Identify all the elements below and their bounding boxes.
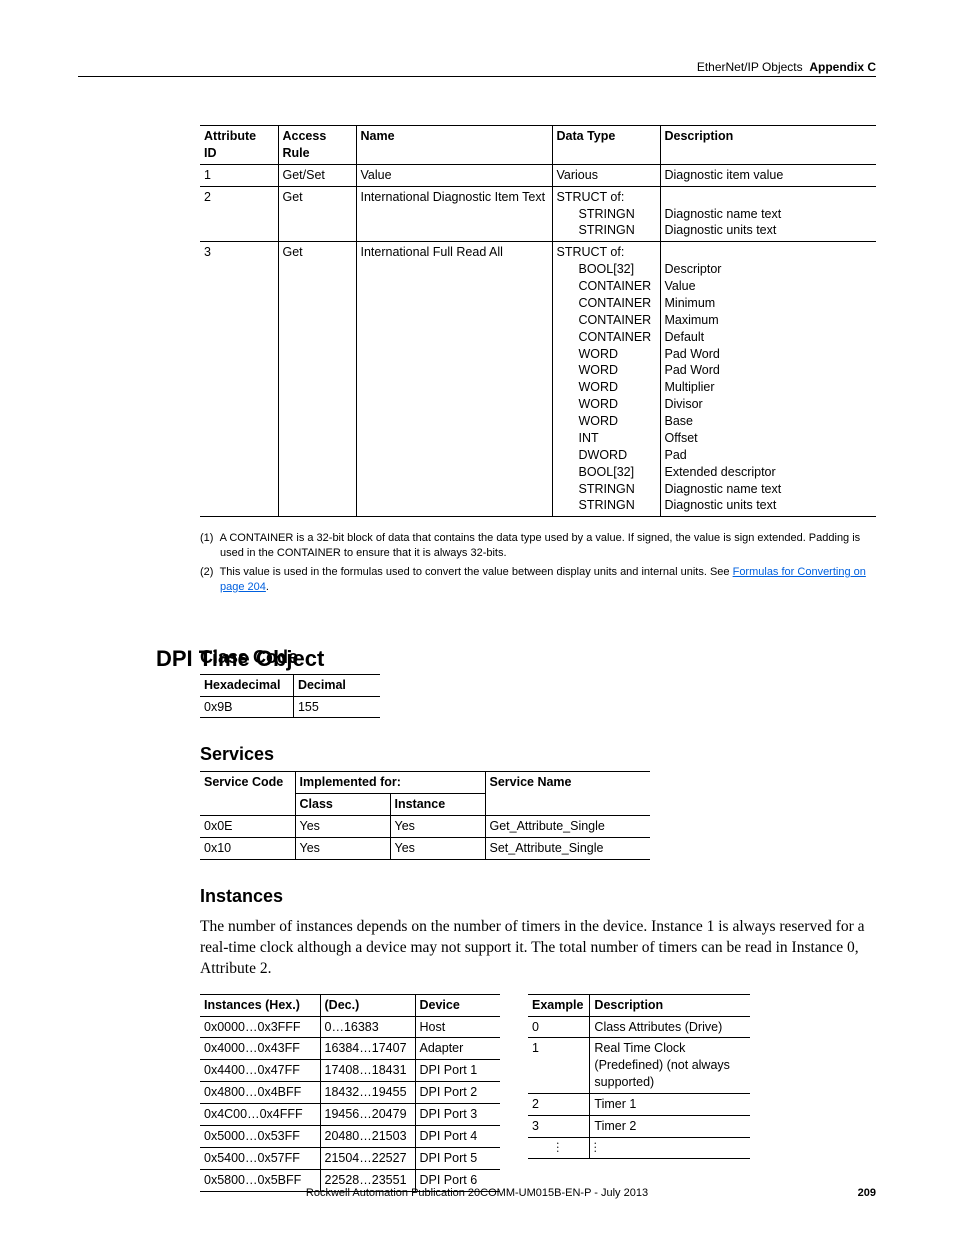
table-cell: 3 bbox=[528, 1115, 590, 1137]
instances-left-table: Instances (Hex.) (Dec.) Device 0x0000…0x… bbox=[200, 994, 500, 1192]
table-cell: 2 bbox=[528, 1094, 590, 1116]
cell-name: International Diagnostic Item Text bbox=[356, 186, 552, 242]
col-desc: Description bbox=[660, 126, 876, 165]
svc-cell: Yes bbox=[390, 816, 485, 838]
table-cell: 19456…20479 bbox=[320, 1104, 415, 1126]
table-cell: ••• bbox=[590, 1137, 750, 1158]
cell-access: Get/Set bbox=[278, 164, 356, 186]
table-cell: 0x4000…0x43FF bbox=[200, 1038, 320, 1060]
svc-cell: 0x10 bbox=[200, 838, 295, 860]
table-cell: 20480…21503 bbox=[320, 1125, 415, 1147]
cell-name: Value bbox=[356, 164, 552, 186]
table-cell: 0x4400…0x47FF bbox=[200, 1060, 320, 1082]
classcode-table: Hexadecimal Decimal 0x9B 155 bbox=[200, 674, 380, 719]
table-cell: 0…16383 bbox=[320, 1016, 415, 1038]
cell-access: Get bbox=[278, 186, 356, 242]
table-cell: 0x4C00…0x4FFF bbox=[200, 1104, 320, 1126]
cell-name: International Full Read All bbox=[356, 242, 552, 517]
table-cell: Real Time Clock (Predefined) (not always… bbox=[590, 1038, 750, 1094]
footnote-2: (2) This value is used in the formulas u… bbox=[200, 565, 876, 595]
cell-dtype: STRUCT of:BOOL[32]CONTAINERCONTAINERCONT… bbox=[552, 242, 660, 517]
col-access: Access Rule bbox=[278, 126, 356, 165]
table-cell: DPI Port 4 bbox=[415, 1125, 500, 1147]
page-footer: Rockwell Automation Publication 20COMM-U… bbox=[78, 1187, 876, 1199]
cell-access: Get bbox=[278, 242, 356, 517]
table-cell: 0x5400…0x57FF bbox=[200, 1147, 320, 1169]
table-cell: Timer 1 bbox=[590, 1094, 750, 1116]
svc-inst-h: Instance bbox=[390, 794, 485, 816]
table-cell: 17408…18431 bbox=[320, 1060, 415, 1082]
footnotes: (1) A CONTAINER is a 32-bit block of dat… bbox=[200, 531, 876, 594]
table-cell: Timer 2 bbox=[590, 1115, 750, 1137]
instances-heading: Instances bbox=[200, 886, 876, 907]
il-h3: Device bbox=[415, 994, 500, 1016]
table-cell: 0 bbox=[528, 1016, 590, 1038]
table-cell: 16384…17407 bbox=[320, 1038, 415, 1060]
ir-h2: Description bbox=[590, 994, 750, 1016]
col-dtype: Data Type bbox=[552, 126, 660, 165]
instances-intro: The number of instances depends on the n… bbox=[200, 917, 876, 980]
table-cell: DPI Port 3 bbox=[415, 1104, 500, 1126]
table-cell: ••• bbox=[528, 1137, 590, 1158]
cc-hex: 0x9B bbox=[200, 696, 293, 718]
cc-dec: 155 bbox=[293, 696, 380, 718]
table-cell: DPI Port 2 bbox=[415, 1082, 500, 1104]
table-cell: 1 bbox=[528, 1038, 590, 1094]
col-attr-id: Attribute ID bbox=[200, 126, 278, 165]
il-h1: Instances (Hex.) bbox=[200, 994, 320, 1016]
footer-pub: Rockwell Automation Publication 20COMM-U… bbox=[78, 1187, 876, 1199]
instances-right-table: Example Description 0Class Attributes (D… bbox=[528, 994, 750, 1159]
attributes-table: Attribute ID Access Rule Name Data Type … bbox=[200, 125, 876, 517]
table-cell: 18432…19455 bbox=[320, 1082, 415, 1104]
footnote-1: (1) A CONTAINER is a 32-bit block of dat… bbox=[200, 531, 876, 561]
table-cell: Adapter bbox=[415, 1038, 500, 1060]
header-right: Appendix C bbox=[806, 60, 876, 74]
svc-cell: Yes bbox=[390, 838, 485, 860]
services-table: Service Code Implemented for: Service Na… bbox=[200, 771, 650, 860]
cc-h1: Hexadecimal bbox=[200, 674, 293, 696]
table-cell: 0x0000…0x3FFF bbox=[200, 1016, 320, 1038]
running-header: EtherNet/IP Objects Appendix C bbox=[78, 60, 876, 77]
table-cell: Class Attributes (Drive) bbox=[590, 1016, 750, 1038]
cell-desc: Diagnostic item value bbox=[660, 164, 876, 186]
svc-cell: 0x0E bbox=[200, 816, 295, 838]
table-cell: 0x5000…0x53FF bbox=[200, 1125, 320, 1147]
ir-h1: Example bbox=[528, 994, 590, 1016]
classcode-heading: Class Code bbox=[200, 647, 876, 668]
svc-class-h: Class bbox=[295, 794, 390, 816]
table-cell: DPI Port 5 bbox=[415, 1147, 500, 1169]
cell-desc: DescriptorValueMinimumMaximumDefaultPad … bbox=[660, 242, 876, 517]
svc-code-h: Service Code bbox=[200, 772, 295, 816]
svc-impl-h: Implemented for: bbox=[295, 772, 485, 794]
cell-attr-id: 2 bbox=[200, 186, 278, 242]
table-cell: 21504…22527 bbox=[320, 1147, 415, 1169]
header-left: EtherNet/IP Objects bbox=[697, 60, 803, 74]
col-name: Name bbox=[356, 126, 552, 165]
svc-name-h: Service Name bbox=[485, 772, 650, 816]
table-cell: Host bbox=[415, 1016, 500, 1038]
cell-dtype: STRUCT of:STRINGNSTRINGN bbox=[552, 186, 660, 242]
svc-cell: Yes bbox=[295, 838, 390, 860]
cc-h2: Decimal bbox=[293, 674, 380, 696]
cell-attr-id: 1 bbox=[200, 164, 278, 186]
table-cell: 0x4800…0x4BFF bbox=[200, 1082, 320, 1104]
cell-desc: Diagnostic name textDiagnostic units tex… bbox=[660, 186, 876, 242]
svc-cell: Set_Attribute_Single bbox=[485, 838, 650, 860]
svc-cell: Yes bbox=[295, 816, 390, 838]
table-cell: DPI Port 1 bbox=[415, 1060, 500, 1082]
cell-attr-id: 3 bbox=[200, 242, 278, 517]
il-h2: (Dec.) bbox=[320, 994, 415, 1016]
svc-cell: Get_Attribute_Single bbox=[485, 816, 650, 838]
cell-dtype: Various bbox=[552, 164, 660, 186]
services-heading: Services bbox=[200, 744, 876, 765]
